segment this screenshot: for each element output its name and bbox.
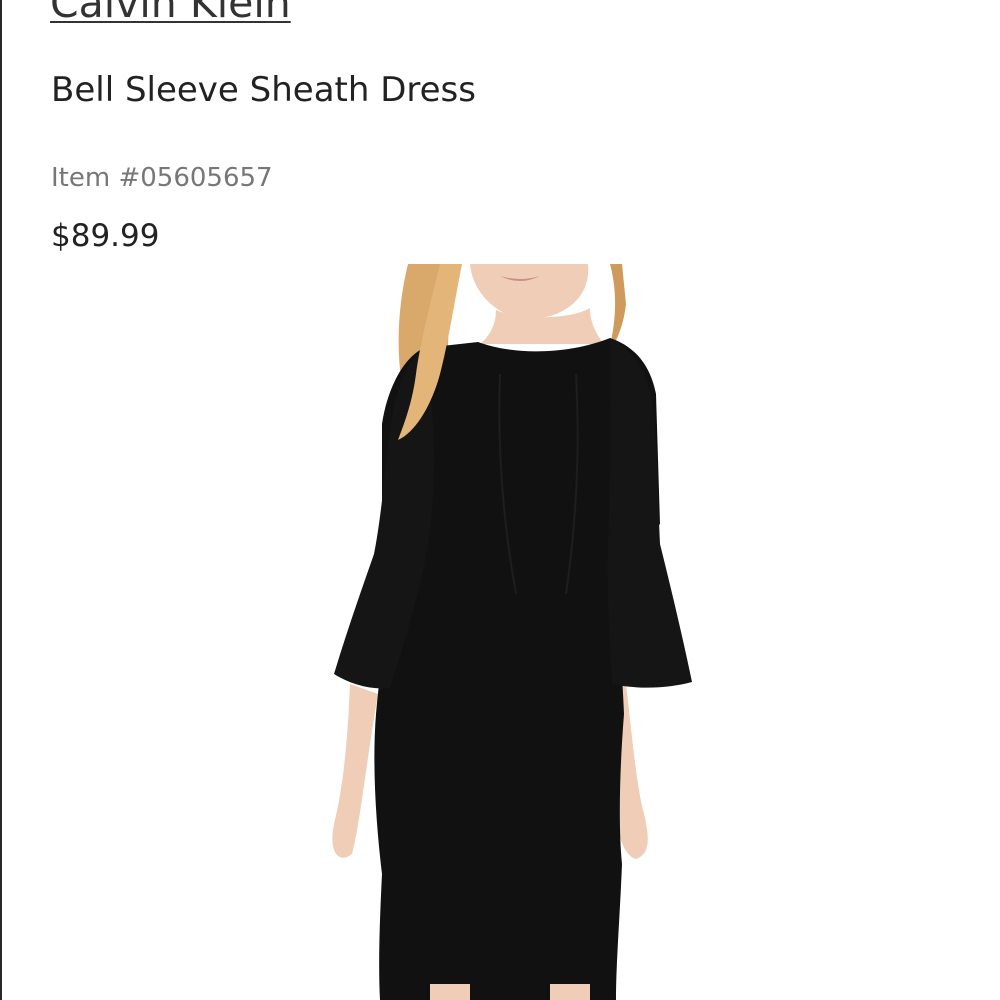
left-arm xyxy=(332,684,378,858)
right-sleeve xyxy=(607,338,692,688)
brand-link[interactable]: Calvin Klein xyxy=(50,0,291,26)
item-number: Item #05605657 xyxy=(51,163,273,193)
face-shape xyxy=(470,264,589,319)
page-left-border xyxy=(0,0,2,1000)
product-image[interactable] xyxy=(320,264,720,1000)
product-price: $89.99 xyxy=(51,218,160,254)
product-title: Bell Sleeve Sheath Dress xyxy=(51,70,476,110)
dress-illustration xyxy=(332,264,692,1000)
